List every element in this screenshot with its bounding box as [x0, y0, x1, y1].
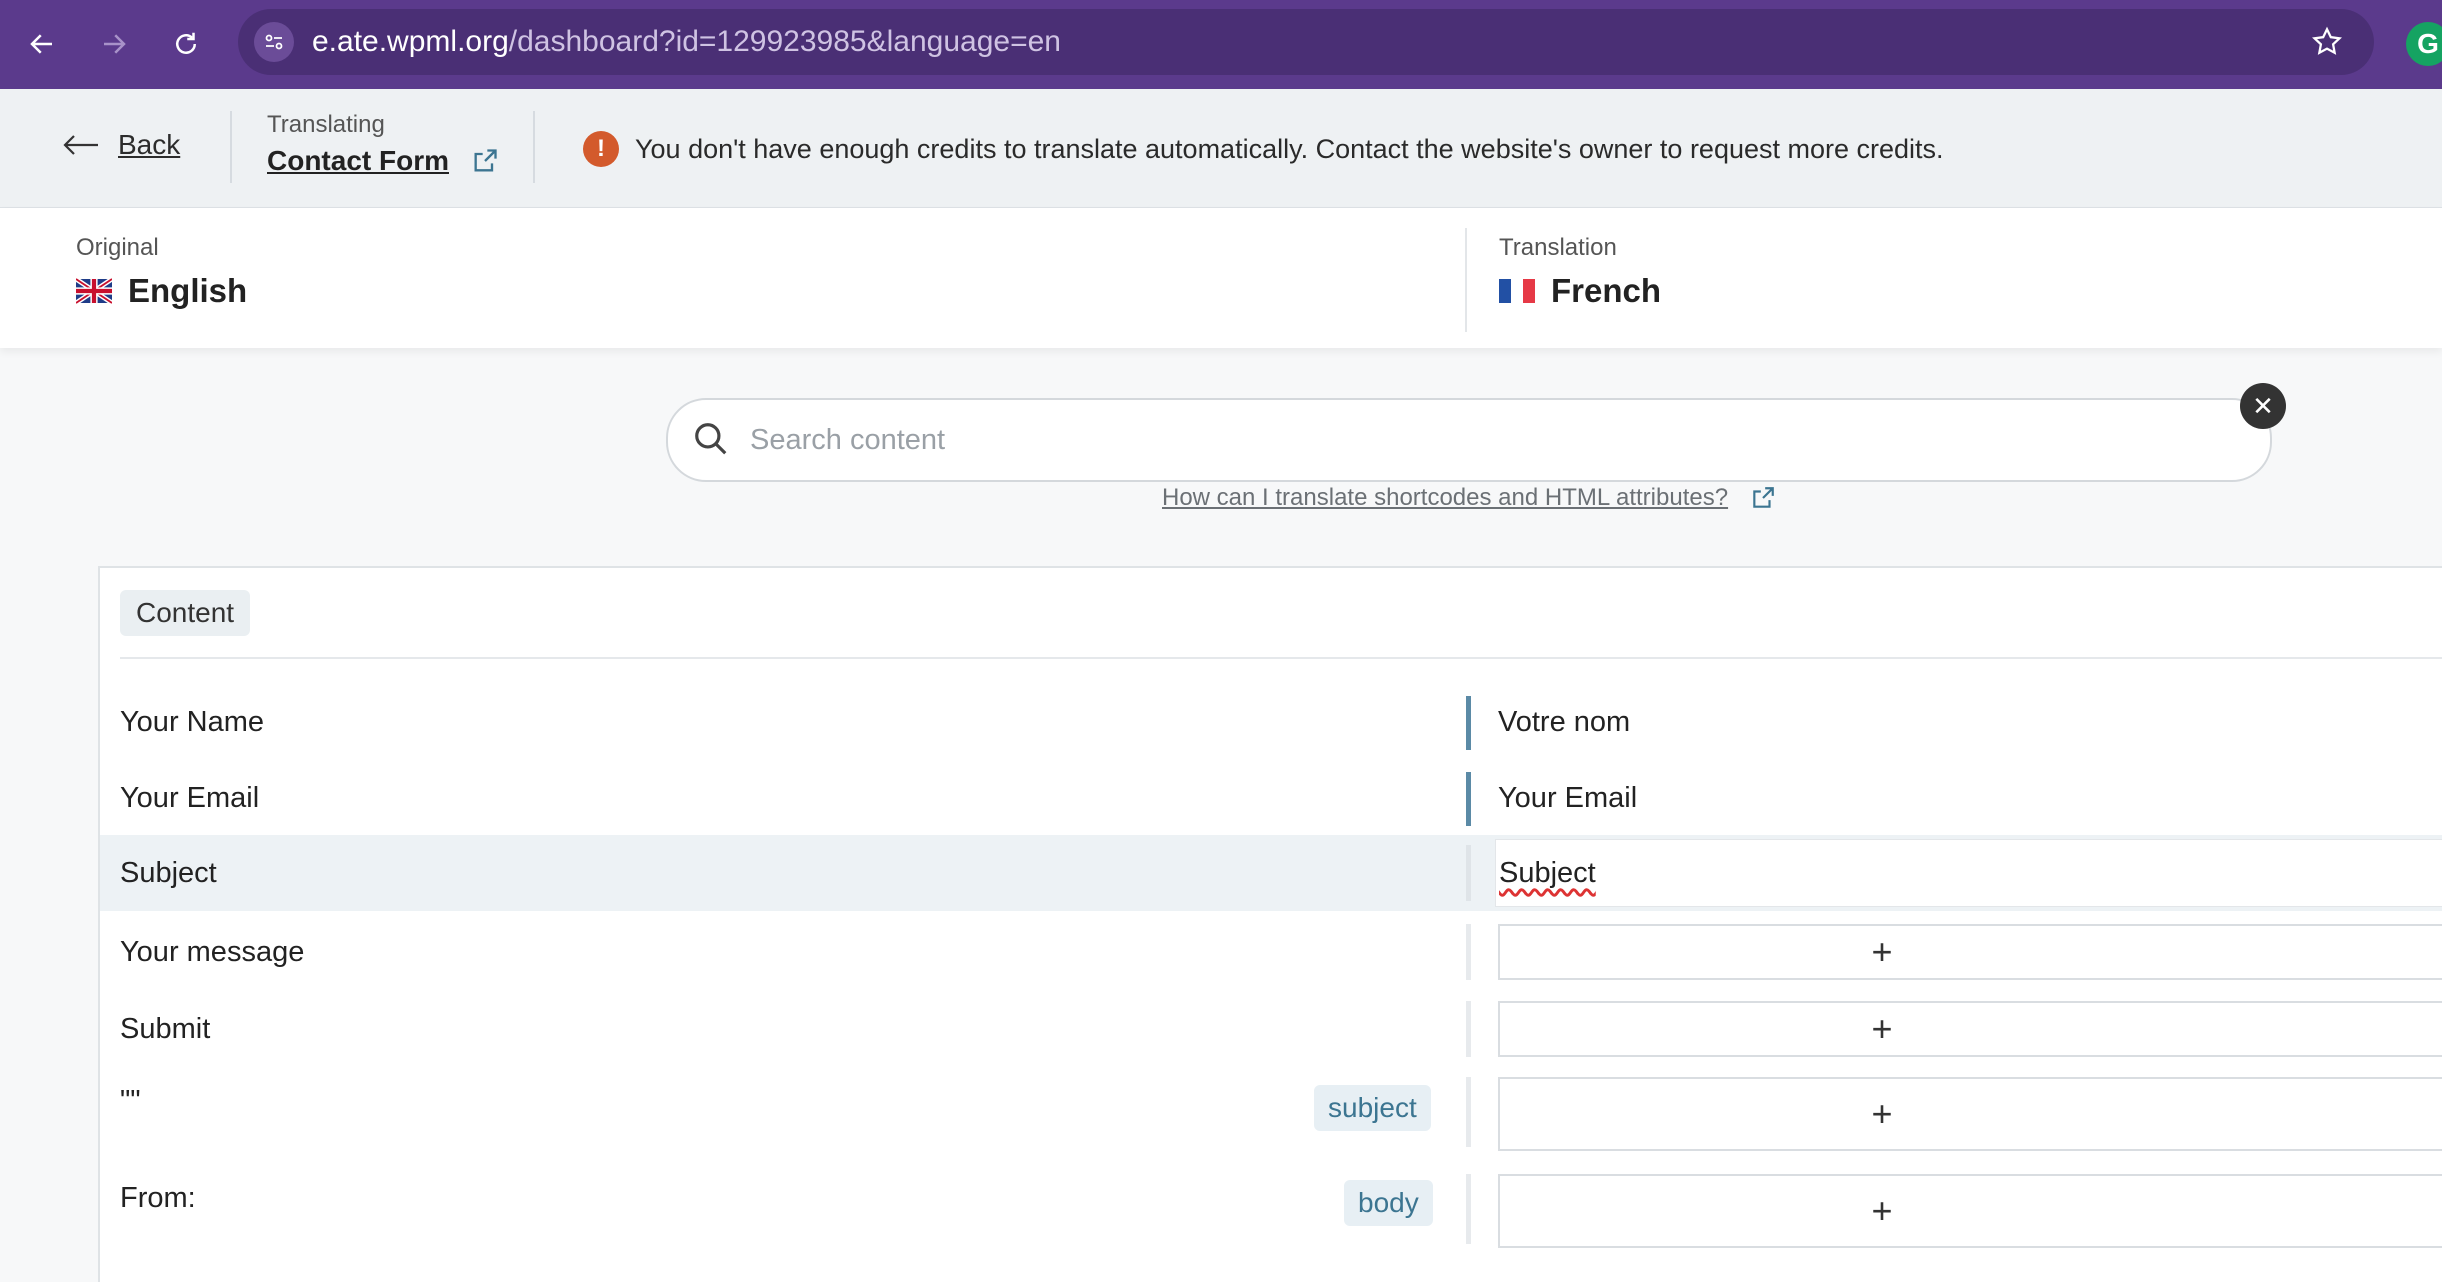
- table-row[interactable]: Submit +: [100, 991, 2442, 1065]
- browser-toolbar: e.ate.wpml.org/dashboard?id=129923985&la…: [0, 0, 2442, 89]
- original-caption: Original: [76, 234, 159, 261]
- add-translation-button[interactable]: +: [1498, 1174, 2442, 1248]
- row-indicator: [1466, 1077, 1471, 1147]
- content-panel: Content Your Name Votre nom Your Email Y…: [98, 566, 2442, 1282]
- left-arrow-icon: [63, 135, 98, 155]
- original-language-name: English: [128, 272, 248, 309]
- forward-arrow-icon[interactable]: [90, 20, 138, 68]
- search-input[interactable]: Search content: [666, 398, 2272, 482]
- table-row[interactable]: Your Name Votre nom: [100, 686, 2442, 760]
- original-language: Original English: [76, 234, 247, 310]
- close-icon[interactable]: ✕: [2240, 383, 2286, 429]
- language-bar: Original English Translation French: [0, 208, 2442, 348]
- editor-header: Back Translating Contact Form ! You don'…: [0, 89, 2442, 208]
- back-arrow-icon[interactable]: [18, 20, 66, 68]
- back-button[interactable]: Back: [62, 129, 180, 161]
- translated-indicator: [1466, 772, 1471, 826]
- translation-language: Translation French: [1499, 234, 1661, 310]
- translating-caption: Translating: [267, 111, 385, 138]
- original-text: Your Email: [120, 782, 260, 814]
- row-indicator: [1466, 845, 1471, 901]
- reload-icon[interactable]: [162, 20, 210, 68]
- alert-text: You don't have enough credits to transla…: [635, 133, 1944, 164]
- translation-language-name: French: [1551, 272, 1662, 309]
- row-indicator: [1466, 924, 1471, 980]
- external-link-icon: [474, 149, 497, 172]
- row-indicator: [1466, 1174, 1471, 1244]
- warning-icon: !: [583, 131, 619, 167]
- site-settings-icon[interactable]: [254, 22, 294, 62]
- table-row[interactable]: From: body +: [100, 1164, 2442, 1260]
- document-title-link[interactable]: Contact Form: [267, 145, 499, 177]
- add-translation-button[interactable]: +: [1498, 924, 2442, 980]
- shortcodes-help-link[interactable]: How can I translate shortcodes and HTML …: [1162, 484, 1776, 512]
- table-row[interactable]: Your Email Your Email: [100, 762, 2442, 836]
- divider: [120, 657, 2442, 659]
- row-indicator: [1466, 1001, 1471, 1057]
- table-row[interactable]: "" subject +: [100, 1067, 2442, 1161]
- table-row-active[interactable]: Subject Subject: [100, 835, 2442, 911]
- original-text: Subject: [120, 857, 217, 889]
- tag-chip-subject: subject: [1314, 1085, 1431, 1131]
- tag-chip-body: body: [1344, 1180, 1433, 1226]
- translation-editor[interactable]: Subject: [1495, 839, 2442, 907]
- search-icon: [695, 423, 727, 455]
- original-text: From:: [120, 1182, 196, 1214]
- document-title: Contact Form: [267, 145, 449, 176]
- divider: [533, 111, 535, 183]
- credits-alert: ! You don't have enough credits to trans…: [583, 131, 1944, 167]
- section-tag-content: Content: [120, 590, 251, 636]
- back-label: Back: [118, 129, 181, 160]
- uk-flag-icon: [76, 278, 112, 304]
- url-text: e.ate.wpml.org/dashboard?id=129923985&la…: [312, 25, 1061, 58]
- grammarly-extension-icon[interactable]: G: [2406, 22, 2442, 66]
- table-row[interactable]: Your message +: [100, 914, 2442, 988]
- translation-caption: Translation: [1499, 234, 1617, 261]
- add-translation-button[interactable]: +: [1498, 1077, 2442, 1151]
- plus-icon: +: [1871, 1008, 1893, 1049]
- bookmark-star-icon[interactable]: [2310, 25, 2344, 59]
- address-bar[interactable]: e.ate.wpml.org/dashboard?id=129923985&la…: [238, 9, 2374, 75]
- france-flag-icon: [1499, 279, 1535, 303]
- translation-text[interactable]: Your Email: [1498, 782, 1637, 815]
- add-translation-button[interactable]: +: [1498, 1001, 2442, 1057]
- plus-icon: +: [1871, 1093, 1893, 1134]
- original-text: Submit: [120, 1013, 211, 1045]
- original-text: Your Name: [120, 706, 265, 738]
- translation-text[interactable]: Votre nom: [1498, 706, 1630, 739]
- external-link-icon: [1753, 487, 1774, 508]
- help-link-text: How can I translate shortcodes and HTML …: [1162, 484, 1729, 511]
- translated-indicator: [1466, 696, 1471, 750]
- search-placeholder: Search content: [750, 424, 946, 456]
- plus-icon: +: [1871, 1190, 1893, 1231]
- original-text: Your message: [120, 936, 305, 968]
- divider: [230, 111, 232, 183]
- plus-icon: +: [1871, 931, 1893, 972]
- original-text: "": [120, 1085, 141, 1117]
- divider: [1465, 228, 1467, 332]
